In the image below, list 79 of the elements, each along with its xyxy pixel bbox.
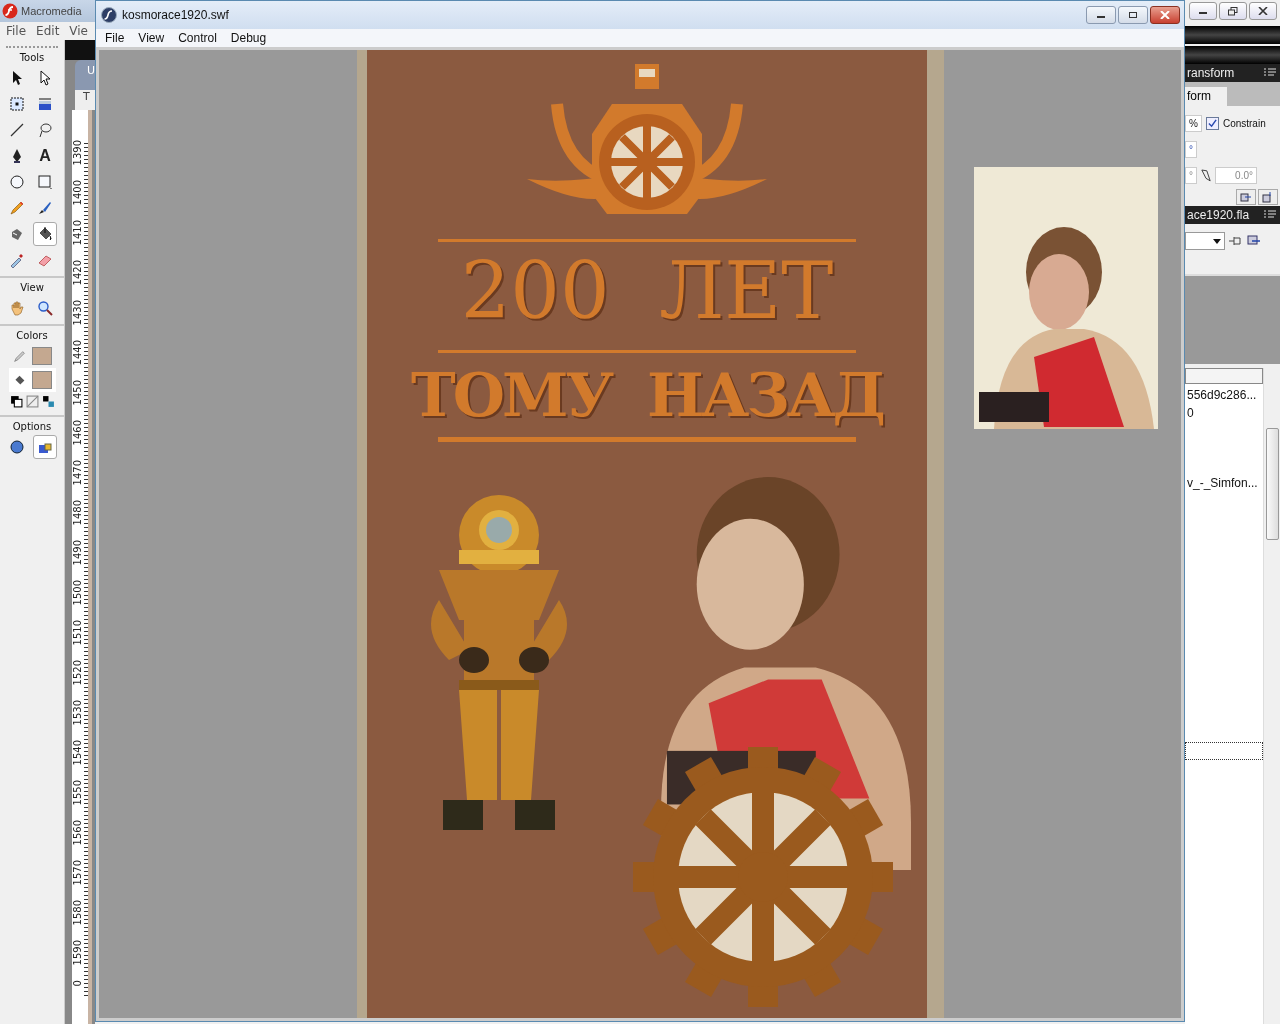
caret-icon xyxy=(1213,238,1221,244)
panel-tab[interactable]: form xyxy=(1185,87,1227,106)
ruler-number: 1500 xyxy=(72,580,88,620)
menu-item[interactable]: Edit xyxy=(36,24,60,38)
menu-item[interactable]: Vie xyxy=(69,24,88,38)
rotate-field[interactable]: ° xyxy=(1185,140,1197,158)
window-title: kosmorace1920.swf xyxy=(122,8,229,22)
poster-headline: 200 ЛЕТ xyxy=(460,252,834,330)
ruler-number: 1480 xyxy=(72,500,88,540)
ruler-number: 1560 xyxy=(72,820,88,860)
panel-menu-icon[interactable] xyxy=(1264,68,1276,78)
library-item[interactable]: 0 xyxy=(1185,402,1263,420)
ruler-number: 1520 xyxy=(72,660,88,700)
minimize-button[interactable] xyxy=(1086,6,1116,24)
restore-icon xyxy=(1228,6,1238,16)
ruler-number: 1420 xyxy=(72,260,88,300)
menu-item[interactable]: View xyxy=(138,31,165,45)
skew-angle-field[interactable]: 0.0° xyxy=(1215,166,1257,184)
skew-field[interactable]: ° xyxy=(1185,166,1197,184)
menu-item[interactable]: Control xyxy=(178,31,217,45)
ruler-number: 1400 xyxy=(72,180,88,220)
panel-menu-icon[interactable] xyxy=(1264,210,1276,220)
copy-transform-icon[interactable] xyxy=(1236,189,1256,205)
default-colors-icon[interactable] xyxy=(9,395,23,408)
ruler-number: 1590 xyxy=(72,940,88,980)
close-icon xyxy=(1160,11,1170,19)
reset-transform-icon[interactable] xyxy=(1258,189,1278,205)
close-button[interactable] xyxy=(1249,2,1277,20)
new-library-icon[interactable] xyxy=(1247,235,1261,247)
checkbox-label: Constrain xyxy=(1222,117,1266,129)
panel-header[interactable]: ace1920.fla xyxy=(1185,206,1280,224)
scale-field[interactable]: % xyxy=(1185,114,1202,132)
close-button[interactable] xyxy=(1150,6,1180,24)
library-dropdown[interactable] xyxy=(1185,232,1225,250)
ruler-number: 1550 xyxy=(72,780,88,820)
timeline-label: T xyxy=(75,90,95,110)
checkbox[interactable] xyxy=(1205,116,1219,130)
stroke-color-swatch[interactable] xyxy=(31,347,52,365)
menu-item[interactable]: Debug xyxy=(230,31,267,45)
menu-item[interactable]: File xyxy=(105,31,125,45)
panel-header[interactable]: ransform xyxy=(1185,64,1280,82)
swap-colors-icon[interactable] xyxy=(41,395,55,408)
ruler-number: 1440 xyxy=(72,340,88,380)
no-color-icon[interactable] xyxy=(25,395,39,408)
lock-fill-icon[interactable] xyxy=(33,435,57,459)
fill-color-swatch[interactable] xyxy=(31,371,52,389)
menu-item[interactable]: File xyxy=(6,24,27,38)
stroke-pencil-icon xyxy=(12,349,26,363)
section-title: Tools xyxy=(18,51,46,65)
ruler-number: 1460 xyxy=(72,420,88,460)
ruler-number: 1490 xyxy=(72,540,88,580)
maximize-icon xyxy=(1128,11,1138,19)
ruler-number: 1390 xyxy=(72,140,88,180)
ruler-number: 1570 xyxy=(72,860,88,900)
ruler-number: 1430 xyxy=(72,300,88,340)
skew-icon xyxy=(1201,168,1211,182)
library-item[interactable]: v_-_Simfon... xyxy=(1185,472,1263,490)
flash-player-icon xyxy=(101,7,117,23)
library-item[interactable]: 556d9c286... xyxy=(1185,384,1263,402)
close-icon xyxy=(1258,7,1268,15)
ruler-number: 1580 xyxy=(72,900,88,940)
scrollbar[interactable] xyxy=(1263,368,1280,1024)
ruler-number: 1470 xyxy=(72,460,88,500)
ide-title: Macromedia xyxy=(21,5,82,17)
ruler-number: 1410 xyxy=(72,220,88,260)
ruler-number: 0 xyxy=(72,980,88,996)
poster-headline: ТОМУ НАЗАД xyxy=(411,365,883,425)
pin-icon[interactable] xyxy=(1229,235,1243,247)
flash-logo-icon xyxy=(2,3,18,19)
ruler-number: 1540 xyxy=(72,740,88,780)
text-tool[interactable]: A xyxy=(33,144,57,168)
restore-button[interactable] xyxy=(1219,2,1247,20)
ruler-number: 1510 xyxy=(72,620,88,660)
ruler-number: 1450 xyxy=(72,380,88,420)
panel-bar xyxy=(65,40,95,60)
paint-bucket-icon[interactable] xyxy=(33,222,57,246)
minimize-button[interactable] xyxy=(1189,2,1217,20)
ruler-number: 1530 xyxy=(72,700,88,740)
maximize-button[interactable] xyxy=(1118,6,1148,24)
